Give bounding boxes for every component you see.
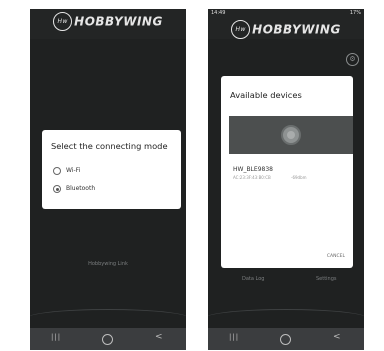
available-devices-dialog: Available devices HW_BLE9838 AC:23:3F:43…: [221, 76, 353, 268]
hobbywing-logo: Hw HOBBYWING: [30, 12, 186, 31]
logo-text: HOBBYWING: [74, 14, 163, 29]
dialog-title: Available devices: [230, 90, 302, 100]
back-button[interactable]: <: [333, 332, 341, 342]
status-time: 14:49: [211, 10, 226, 16]
bottom-curve-decoration: [30, 309, 186, 328]
logo-mark-icon: Hw: [231, 20, 251, 39]
phone-screen-right: 14:49 17% Hw HOBBYWING ⚙ Available device…: [208, 9, 364, 350]
settings-gear-icon[interactable]: ⚙: [346, 53, 359, 66]
dialog-title: Select the connecting mode: [51, 141, 168, 151]
android-navbar: ||| <: [208, 328, 364, 350]
back-button[interactable]: <: [155, 332, 163, 342]
wifi-option-label: Wi-Fi: [66, 167, 81, 174]
app-header: Hw HOBBYWING: [30, 9, 186, 39]
tab-data-log[interactable]: Data Log: [242, 276, 264, 282]
bluetooth-option-label: Bluetooth: [66, 185, 96, 192]
device-rssi: -69dbm: [291, 175, 307, 180]
logo-text: HOBBYWING: [252, 22, 341, 37]
scanning-indicator: [229, 116, 353, 154]
hobbywing-logo: Hw HOBBYWING: [208, 20, 364, 39]
android-navbar: ||| <: [30, 328, 186, 350]
bluetooth-radio[interactable]: [53, 185, 61, 193]
bottom-tabs: Data Log Settings: [208, 276, 364, 284]
battery-percent: 17%: [349, 10, 361, 16]
tab-settings[interactable]: Settings: [316, 276, 337, 282]
hobbywing-link[interactable]: Hobbywing Link: [30, 261, 186, 267]
home-button[interactable]: [280, 334, 291, 345]
recent-apps-button[interactable]: |||: [51, 333, 61, 341]
scan-pulse-icon: [281, 125, 301, 145]
recent-apps-button[interactable]: |||: [229, 333, 239, 341]
app-header: 14:49 17% Hw HOBBYWING: [208, 9, 364, 39]
device-address: AC:23:3F:43:B0:CB: [233, 175, 271, 180]
home-button[interactable]: [102, 334, 113, 345]
status-bar: 14:49 17%: [208, 9, 364, 18]
cancel-button[interactable]: CANCEL: [327, 254, 345, 259]
logo-mark-icon: Hw: [53, 12, 73, 31]
device-name[interactable]: HW_BLE9838: [233, 166, 273, 173]
connecting-mode-dialog: Select the connecting mode Wi-Fi Bluetoo…: [42, 130, 181, 209]
wifi-radio[interactable]: [53, 167, 61, 175]
phone-screen-left: Hw HOBBYWING Select the connecting mode W…: [30, 9, 186, 350]
bottom-curve-decoration: [208, 309, 364, 328]
